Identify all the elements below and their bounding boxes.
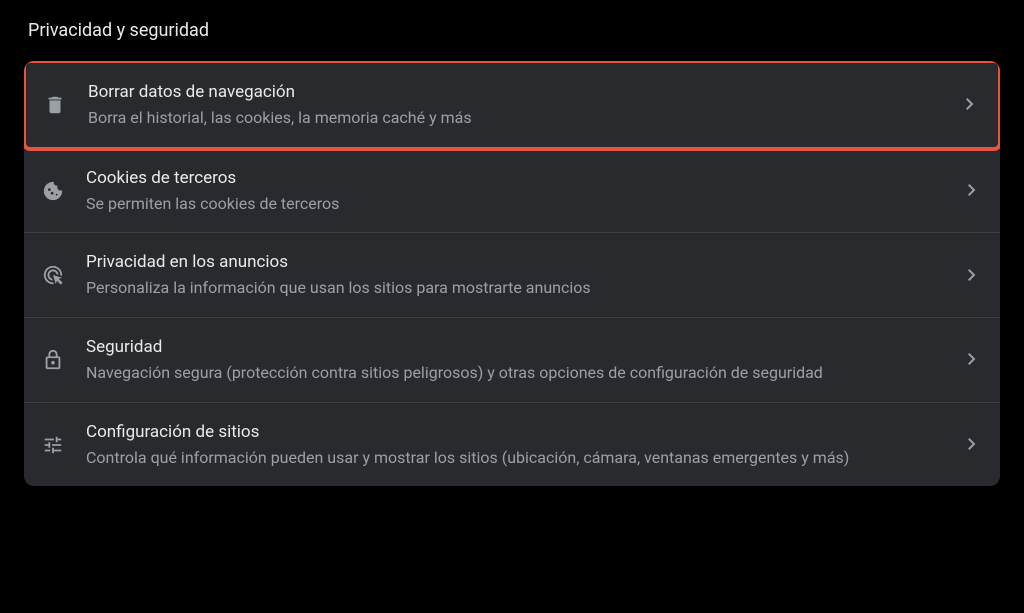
row-text: Configuración de sitios Controla qué inf… xyxy=(86,421,952,469)
chevron-right-icon xyxy=(968,266,976,285)
section-title: Privacidad y seguridad xyxy=(28,20,1000,41)
chevron-right-icon xyxy=(968,350,976,369)
row-desc: Borra el historial, las cookies, la memo… xyxy=(88,107,950,129)
tune-icon xyxy=(42,434,86,456)
row-title: Borrar datos de navegación xyxy=(88,81,950,103)
ads-click-icon xyxy=(42,264,86,286)
row-cookies[interactable]: Cookies de terceros Se permiten las cook… xyxy=(24,149,1000,234)
row-text: Cookies de terceros Se permiten las cook… xyxy=(86,167,952,215)
chevron-right-icon xyxy=(966,95,974,114)
trash-icon xyxy=(44,94,88,116)
row-title: Cookies de terceros xyxy=(86,167,952,189)
row-site-settings[interactable]: Configuración de sitios Controla qué inf… xyxy=(24,403,1000,487)
row-security[interactable]: Seguridad Navegación segura (protección … xyxy=(24,318,1000,403)
row-title: Seguridad xyxy=(86,336,952,358)
settings-panel: Borrar datos de navegación Borra el hist… xyxy=(24,61,1000,486)
row-title: Privacidad en los anuncios xyxy=(86,251,952,273)
row-clear-browsing-data[interactable]: Borrar datos de navegación Borra el hist… xyxy=(24,61,1000,151)
row-desc: Personaliza la información que usan los … xyxy=(86,277,952,299)
row-title: Configuración de sitios xyxy=(86,421,952,443)
chevron-right-icon xyxy=(968,181,976,200)
row-desc: Se permiten las cookies de terceros xyxy=(86,193,952,215)
row-text: Borrar datos de navegación Borra el hist… xyxy=(88,81,950,129)
row-desc: Controla qué información pueden usar y m… xyxy=(86,447,952,469)
cookie-icon xyxy=(42,180,86,202)
chevron-right-icon xyxy=(968,435,976,454)
row-ad-privacy[interactable]: Privacidad en los anuncios Personaliza l… xyxy=(24,233,1000,318)
row-text: Seguridad Navegación segura (protección … xyxy=(86,336,952,384)
row-desc: Navegación segura (protección contra sit… xyxy=(86,362,952,384)
row-text: Privacidad en los anuncios Personaliza l… xyxy=(86,251,952,299)
lock-icon xyxy=(42,349,86,371)
